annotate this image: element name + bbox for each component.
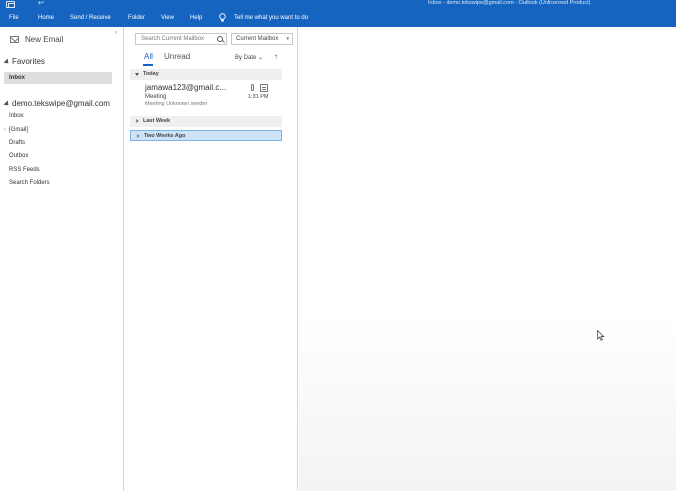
- folder-inbox[interactable]: Inbox: [9, 113, 24, 119]
- sort-direction-arrow-icon[interactable]: ↑: [274, 52, 278, 61]
- group-header-two-weeks-ago[interactable]: Two Weeks Ago: [130, 130, 282, 141]
- folder-search-folders[interactable]: Search Folders: [9, 180, 50, 186]
- group-label: Two Weeks Ago: [144, 133, 186, 139]
- lightbulb-icon: [219, 13, 226, 22]
- filter-all-tab[interactable]: All: [144, 52, 153, 61]
- expand-triangle-icon: [136, 119, 139, 123]
- title-bar: ↩ Inbox - demo.tekswipe@gmail.com - Outl…: [0, 0, 676, 10]
- outlook-app-icon: [6, 1, 15, 8]
- mail-subject: Meeting: [145, 94, 167, 100]
- search-scope-dropdown[interactable]: Current Mailbox ▾: [231, 33, 293, 45]
- collapse-pane-chevron-icon[interactable]: ‹: [115, 30, 117, 36]
- account-header[interactable]: demo.tekswipe@gmail.com: [3, 99, 110, 108]
- expand-triangle-icon: [3, 57, 11, 66]
- group-header-last-week[interactable]: Last Week: [130, 116, 282, 127]
- reading-pane[interactable]: [299, 27, 676, 491]
- favorites-inbox[interactable]: Inbox: [4, 72, 112, 84]
- folder-pane: New Email ‹ Favorites Inbox demo.tekswip…: [0, 27, 124, 491]
- new-email-button[interactable]: New Email: [10, 34, 63, 44]
- folder-expand-arrow-icon[interactable]: ›: [4, 127, 6, 133]
- meeting-request-icon: [260, 84, 268, 92]
- sort-by-dropdown[interactable]: By Date ⌄: [235, 54, 263, 61]
- search-icon[interactable]: [217, 36, 223, 42]
- search-scope-value: Current Mailbox: [236, 36, 279, 42]
- group-label: Last Week: [143, 118, 171, 124]
- mail-time: 1:31 PM: [248, 94, 269, 100]
- folder-drafts[interactable]: Drafts: [9, 140, 25, 146]
- sort-by-label: By Date: [235, 55, 257, 61]
- folder-outbox[interactable]: Outbox: [9, 153, 28, 159]
- chevron-down-icon: ⌄: [258, 55, 264, 61]
- group-label: Today: [143, 71, 159, 77]
- undo-quick-access-button[interactable]: ↩: [38, 0, 44, 8]
- chevron-down-icon: ▾: [286, 36, 289, 42]
- tab-view[interactable]: View: [161, 14, 174, 22]
- expand-triangle-icon: [137, 134, 140, 138]
- account-label: demo.tekswipe@gmail.com: [12, 99, 110, 108]
- active-filter-underline: [143, 64, 153, 66]
- tab-send-receive[interactable]: Send / Receive: [70, 14, 111, 22]
- expand-triangle-icon: [3, 99, 11, 108]
- mail-sender: jamawa123@gmail.c...: [145, 83, 227, 92]
- collapse-triangle-icon: [135, 73, 139, 76]
- mail-preview: Meeting Unknown sender: [145, 101, 208, 107]
- new-email-label: New Email: [25, 34, 64, 44]
- ribbon-tab-bar: File Home Send / Receive Folder View Hel…: [0, 10, 676, 27]
- mouse-pointer-icon: [597, 330, 605, 341]
- tab-folder[interactable]: Folder: [128, 14, 145, 22]
- tab-file[interactable]: File: [9, 14, 19, 22]
- search-input[interactable]: Search Current Mailbox: [135, 33, 227, 45]
- attachment-icon: [251, 84, 254, 91]
- tell-me-search[interactable]: Tell me what you want to do: [234, 14, 308, 22]
- group-header-today[interactable]: Today: [130, 69, 282, 80]
- favorites-label: Favorites: [12, 57, 45, 66]
- folder-gmail[interactable]: [Gmail]: [9, 127, 28, 133]
- tab-help[interactable]: Help: [190, 14, 202, 22]
- search-placeholder: Search Current Mailbox: [141, 36, 205, 42]
- folder-rss-feeds[interactable]: RSS Feeds: [9, 167, 40, 173]
- filter-unread-tab[interactable]: Unread: [164, 52, 190, 61]
- favorites-header[interactable]: Favorites: [3, 57, 45, 66]
- message-list-pane: Search Current Mailbox Current Mailbox ▾…: [125, 27, 298, 491]
- envelope-icon: [10, 35, 19, 43]
- tab-home[interactable]: Home: [38, 14, 54, 22]
- mail-list-item[interactable]: jamawa123@gmail.c... Meeting 1:31 PM Mee…: [130, 81, 282, 113]
- window-title: Inbox - demo.tekswipe@gmail.com - Outloo…: [428, 0, 591, 6]
